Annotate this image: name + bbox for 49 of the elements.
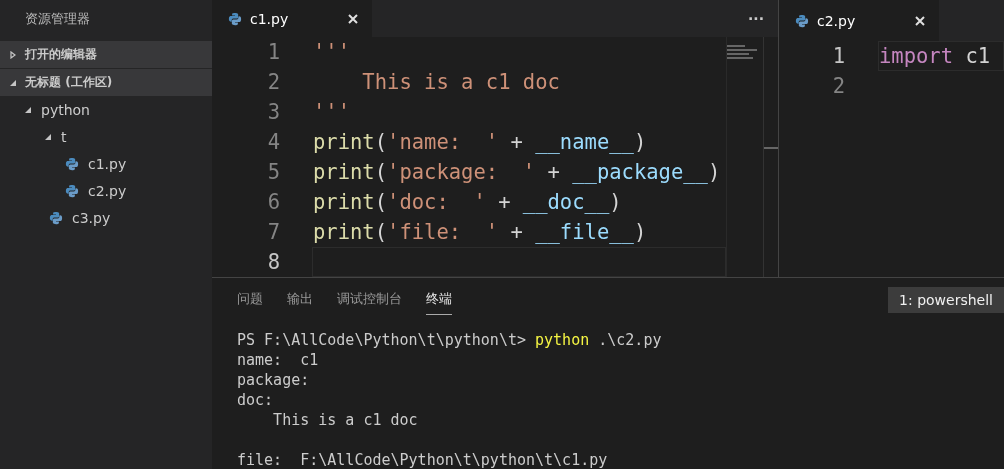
code-line: print('name: ' + __name__) [313, 130, 647, 154]
code-line: print('package: ' + __package__) [313, 160, 721, 184]
folder-item[interactable]: python [41, 101, 90, 118]
python-file-icon [65, 156, 79, 171]
terminal-line: This is a c1 doc [272, 410, 419, 430]
line-number: 1 [266, 40, 281, 64]
panel-tab[interactable]: 问题 [237, 285, 263, 315]
file-item[interactable]: c2.py [88, 182, 127, 199]
code-line: ''' [313, 100, 351, 124]
terminal-line: file: F:\AllCode\Python\t\python\t\c1.py [237, 450, 609, 469]
folder-item[interactable]: t [61, 128, 67, 145]
code-line: print('file: ' + __file__) [313, 220, 647, 244]
code-line: ''' [313, 40, 351, 64]
python-file-icon [65, 183, 79, 198]
line-number: 2 [831, 74, 846, 98]
panel-tab[interactable]: 输出 [287, 285, 313, 315]
terminal-line: doc: [237, 390, 275, 410]
close-icon[interactable] [915, 15, 925, 26]
terminal-line: name: c1 [237, 350, 320, 370]
terminal-line: package: [237, 370, 311, 390]
python-file-icon [228, 11, 242, 26]
line-number: 7 [266, 220, 281, 244]
line-number: 6 [266, 190, 281, 214]
section-header[interactable]: 打开的编辑器 [0, 41, 212, 68]
file-item[interactable]: c3.py [72, 209, 111, 226]
chevron-icon [9, 50, 17, 59]
panel-tab[interactable]: 调试控制台 [337, 285, 402, 315]
code-line: print('doc: ' + __doc__) [313, 190, 622, 214]
section-header[interactable]: 无标题 (工作区) [0, 69, 212, 96]
python-file-icon [49, 210, 63, 225]
line-number: 3 [266, 100, 281, 124]
editor-tab[interactable]: c1.py [212, 0, 372, 37]
code-line: This is a c1 doc [361, 70, 560, 94]
more-actions-button[interactable]: ··· [734, 0, 778, 37]
python-file-icon [795, 13, 809, 28]
line-number: 1 [831, 44, 846, 68]
terminal-dropdown[interactable]: 1: powershell [888, 287, 1004, 313]
line-number: 4 [266, 130, 281, 154]
line-number: 8 [266, 250, 281, 274]
sidebar-title: 资源管理器 [24, 10, 91, 28]
terminal-line: PS F:\AllCode\Python\t\python\t> python .\c2.py [237, 330, 663, 350]
code-line: import c1 [879, 44, 991, 68]
line-number: 5 [266, 160, 281, 184]
line-number: 2 [266, 70, 281, 94]
editor-tab[interactable]: c2.py [779, 0, 939, 41]
file-item[interactable]: c1.py [88, 155, 127, 172]
chevron-icon [9, 78, 17, 87]
panel-tab[interactable]: 终端 [426, 285, 452, 315]
close-icon[interactable] [348, 13, 358, 24]
